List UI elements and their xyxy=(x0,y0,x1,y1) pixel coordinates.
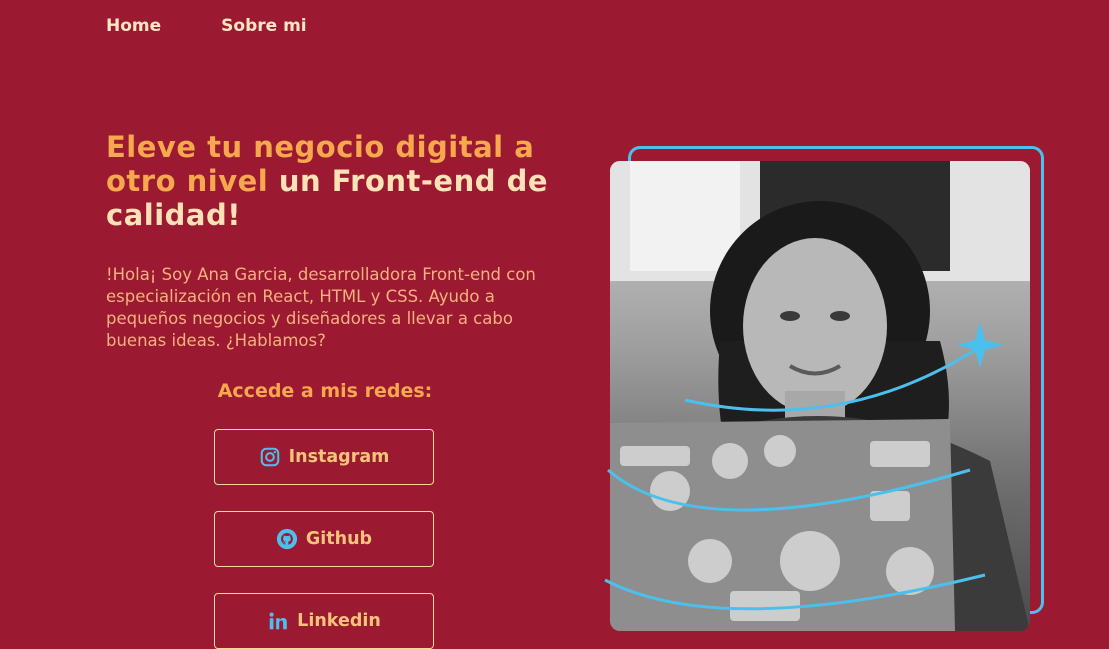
nav-home-link[interactable]: Home xyxy=(106,16,161,36)
top-nav: Home Sobre mi xyxy=(106,16,307,36)
linkedin-label: Linkedin xyxy=(297,611,381,631)
nav-about-link[interactable]: Sobre mi xyxy=(221,16,306,36)
github-button[interactable]: Github xyxy=(214,511,434,567)
sparkle-icon xyxy=(957,322,1003,368)
instagram-label: Instagram xyxy=(288,447,390,467)
github-icon xyxy=(276,528,297,550)
linkedin-button[interactable]: Linkedin xyxy=(214,593,434,649)
hero-intro-text: !Hola¡ Soy Ana Garcia, desarrolladora Fr… xyxy=(106,265,536,350)
linkedin-icon xyxy=(269,612,287,630)
instagram-icon xyxy=(260,447,279,467)
hero-headline: Eleve tu negocio digital a otro nivel un… xyxy=(106,130,576,232)
social-section-title: Accede a mis redes: xyxy=(217,380,433,402)
instagram-button[interactable]: Instagram xyxy=(214,429,434,485)
github-label: Github xyxy=(305,529,373,549)
decorative-orbit xyxy=(604,322,1003,611)
